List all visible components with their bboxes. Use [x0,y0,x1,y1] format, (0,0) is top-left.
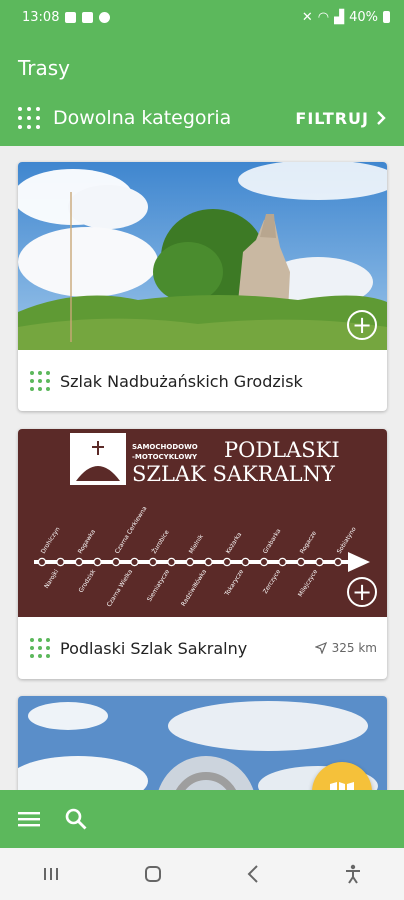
route-stop-marker [130,557,139,567]
sakral-heading-big2: SZLAK SAKRALNY [132,462,336,486]
app-icon [99,11,111,23]
system-nav-bar [0,848,404,900]
route-dots-icon [30,371,50,391]
route-dots-icon [30,638,50,658]
add-route-button[interactable]: + [347,310,377,340]
status-bar: 13:08 ✕ ◠ ▟ 40% [0,0,404,34]
route-stop-marker [259,557,269,567]
status-time: 13:08 [22,9,60,25]
recent-apps-icon[interactable] [43,866,59,882]
notification-icon [65,11,77,23]
category-selector[interactable]: Dowolna kategoria [53,107,231,129]
battery-level: 40% [349,9,378,25]
route-stop-marker [333,557,343,567]
back-icon[interactable] [247,865,259,883]
filter-button[interactable]: FILTRUJ [295,109,386,128]
add-route-button[interactable]: + [347,577,377,607]
route-card[interactable]: + Szlak Nadbużańskich Grodzisk [18,162,387,411]
route-title: Podlaski Szlak Sakralny [60,638,248,658]
route-stop-marker [148,557,158,567]
route-title: Szlak Nadbużańskich Grodzisk [60,371,303,391]
route-stop-marker [93,557,102,567]
route-stop-marker [111,557,121,567]
navigation-arrow-icon [314,642,327,654]
route-card-footer: Szlak Nadbużańskich Grodzisk [18,350,387,411]
route-stop-marker [204,557,213,567]
route-stop-marker [222,557,232,567]
home-icon[interactable] [144,865,162,883]
route-stop-marker [241,557,250,567]
route-card[interactable]: SAMOCHODOWO -MOTOCYKLOWY PODLASKI SZLAK … [18,429,387,679]
battery-icon [383,11,390,23]
page-title: Trasy [18,56,71,80]
route-stop-marker [56,557,65,567]
image-icon [82,11,94,23]
route-photo [18,162,387,350]
route-distance-value: 325 km [331,641,377,655]
route-stop-marker [278,557,287,567]
mute-icon: ✕ [301,9,313,25]
route-stop-marker [167,557,176,567]
route-stop-marker [37,557,47,567]
sakral-heading-mid: -MOTOCYKLOWY [132,453,198,461]
menu-icon[interactable] [18,811,40,827]
chevron-right-icon [377,111,386,125]
category-row: Dowolna kategoria FILTRUJ [18,102,386,134]
app-bar: Trasy Dowolna kategoria FILTRUJ [0,34,404,146]
bottom-app-bar [0,790,404,848]
route-stop-marker [185,557,195,567]
sakral-heading-top: SAMOCHODOWO [132,443,198,451]
route-stop-marker [74,557,84,567]
filter-label: FILTRUJ [295,108,369,128]
route-list[interactable]: + Szlak Nadbużańskich Grodzisk SAMOCHODO… [0,146,404,790]
category-grid-icon[interactable] [18,107,40,129]
route-photo: SAMOCHODOWO -MOTOCYKLOWY PODLASKI SZLAK … [18,429,387,617]
route-distance: 325 km [314,641,377,655]
signal-icon: ▟ [334,9,345,25]
wifi-icon: ◠ [317,9,330,25]
route-card-footer: Podlaski Szlak Sakralny 325 km [18,617,387,679]
search-icon[interactable] [64,807,88,831]
route-stop-marker [315,557,324,567]
accessibility-icon[interactable] [344,864,362,884]
sakral-heading-big1: PODLASKI [224,438,340,462]
route-stop-marker [296,557,306,567]
